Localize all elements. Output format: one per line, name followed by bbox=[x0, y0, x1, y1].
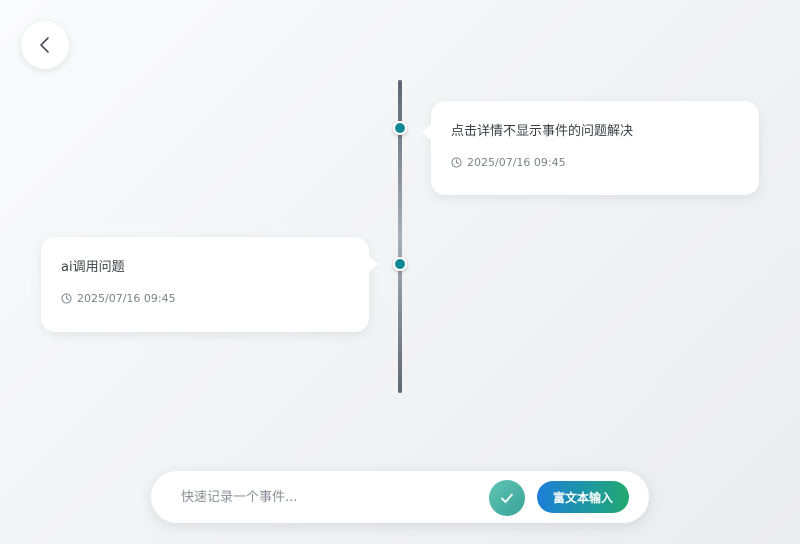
quick-record-input[interactable] bbox=[181, 485, 481, 509]
event-time: 2025/07/16 09:45 bbox=[77, 292, 176, 305]
timeline-dot bbox=[393, 257, 407, 271]
card-pointer bbox=[422, 123, 432, 141]
card-pointer bbox=[368, 255, 378, 273]
check-icon bbox=[500, 492, 514, 504]
event-card[interactable]: 点击详情不显示事件的问题解决 2025/07/16 09:45 bbox=[422, 101, 759, 195]
quick-record-bar: 富文本输入 bbox=[151, 471, 649, 523]
rich-text-button[interactable]: 富文本输入 bbox=[537, 481, 629, 513]
clock-icon bbox=[451, 157, 462, 168]
event-title: 点击详情不显示事件的问题解决 bbox=[451, 124, 634, 139]
event-card[interactable]: ai调用问题 2025/07/16 09:45 bbox=[41, 237, 378, 332]
chevron-left-icon bbox=[38, 36, 52, 54]
confirm-button[interactable] bbox=[489, 480, 525, 516]
clock-icon bbox=[61, 293, 72, 304]
event-time-row: 2025/07/16 09:45 bbox=[61, 292, 349, 305]
event-time: 2025/07/16 09:45 bbox=[467, 156, 566, 169]
event-time-row: 2025/07/16 09:45 bbox=[451, 156, 739, 169]
timeline-dot bbox=[393, 121, 407, 135]
back-button[interactable] bbox=[21, 21, 69, 69]
event-title: ai调用问题 bbox=[61, 260, 125, 275]
